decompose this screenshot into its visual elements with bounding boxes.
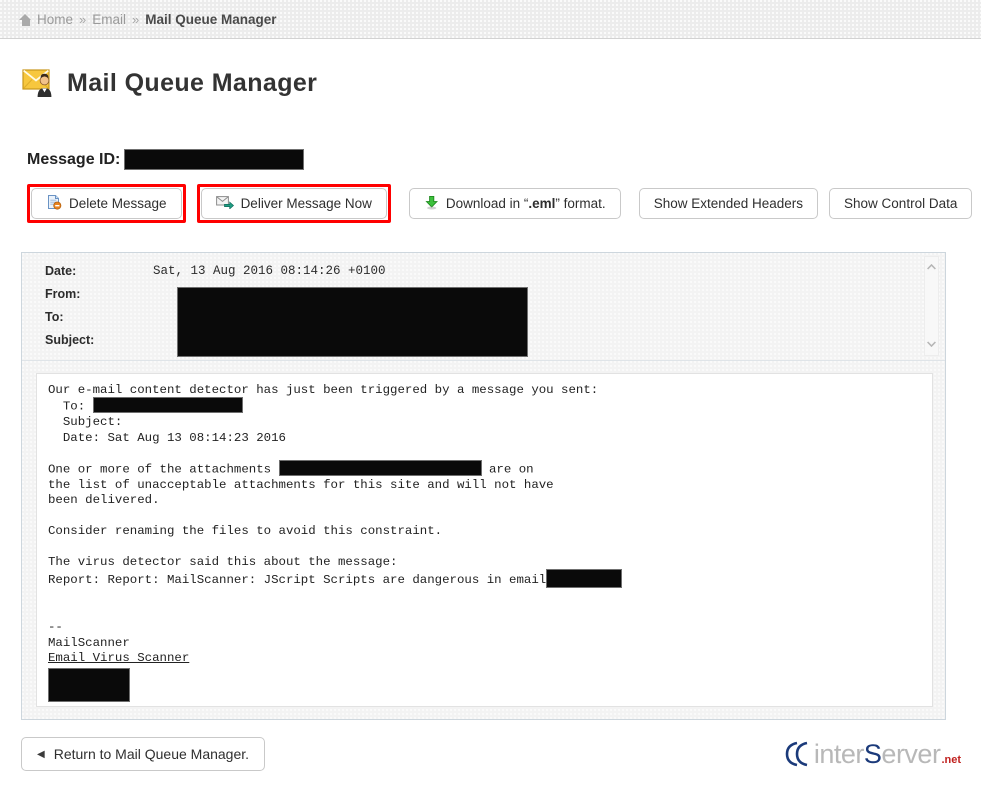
logo-net-text: .net (941, 754, 961, 766)
body-report-line: Report: Report: MailScanner: JScript Scr… (48, 573, 546, 587)
page-footer: ◀ Return to Mail Queue Manager. inter S … (21, 737, 961, 771)
breadcrumb: Home » Email » Mail Queue Manager (0, 0, 981, 39)
breadcrumb-separator: » (79, 12, 86, 27)
body-footer-redacted (48, 668, 130, 702)
message-id-value-redacted (124, 149, 304, 170)
message-id-label: Message ID: (27, 151, 120, 169)
body-consider-line: Consider renaming the files to avoid thi… (48, 524, 442, 538)
body-attachment-redacted (279, 460, 482, 476)
page-delete-icon (46, 194, 62, 213)
logo-erver-text: erver (881, 741, 940, 768)
deliver-message-highlight: Deliver Message Now (197, 184, 391, 223)
download-arrow-icon (424, 195, 439, 213)
delete-message-label: Delete Message (69, 196, 167, 211)
body-attach-post: are on (482, 463, 534, 477)
header-value-date: Sat, 13 Aug 2016 08:14:26 +0100 (153, 264, 386, 278)
back-arrow-icon: ◀ (37, 749, 45, 760)
show-control-data-button[interactable]: Show Control Data (829, 188, 972, 219)
body-line-subject: Subject: (48, 415, 122, 429)
breadcrumb-item-email[interactable]: Email (92, 12, 126, 27)
interserver-logo: inter S erver .net (784, 741, 961, 768)
body-email-redacted (546, 569, 622, 588)
email-virus-scanner-link[interactable]: Email Virus Scanner (48, 651, 189, 665)
breadcrumb-item-home[interactable]: Home (37, 12, 73, 27)
message-body-text: Our e-mail content detector has just bee… (37, 374, 932, 703)
message-headers: Date: Sat, 13 Aug 2016 08:14:26 +0100 Fr… (22, 253, 945, 361)
body-line-to-label: To: (48, 400, 93, 414)
message-id-row: Message ID: (27, 149, 981, 170)
body-signature-name: MailScanner (48, 636, 130, 650)
return-to-mail-queue-manager-button[interactable]: ◀ Return to Mail Queue Manager. (21, 737, 265, 771)
header-label-from: From: (45, 287, 153, 301)
body-line-date: Date: Sat Aug 13 08:14:23 2016 (48, 431, 286, 445)
body-virus-intro: The virus detector said this about the m… (48, 555, 397, 569)
message-panel: Date: Sat, 13 Aug 2016 08:14:26 +0100 Fr… (21, 252, 946, 720)
message-body-panel: Our e-mail content detector has just bee… (36, 373, 933, 707)
header-label-subject: Subject: (45, 333, 153, 347)
show-control-data-label: Show Control Data (844, 196, 957, 211)
body-to-redacted (93, 397, 243, 413)
breadcrumb-separator: » (132, 12, 139, 27)
body-attach-pre: One or more of the attachments (48, 463, 279, 477)
delete-message-highlight: Delete Message (27, 184, 186, 223)
header-values-redacted (177, 287, 528, 357)
breadcrumb-item-current: Mail Queue Manager (145, 12, 276, 27)
logo-inter-text: inter (814, 741, 864, 768)
page-header: Mail Queue Manager (22, 66, 981, 100)
logo-s-text: S (864, 741, 882, 768)
body-attach-line2: the list of unacceptable attachments for… (48, 478, 554, 492)
envelope-send-icon (216, 195, 234, 212)
headers-scrollbar[interactable] (924, 256, 939, 356)
logo-swoosh (784, 741, 814, 768)
mail-user-icon (22, 66, 58, 100)
deliver-message-now-label: Deliver Message Now (241, 196, 372, 211)
download-eml-label: Download in “.eml” format. (446, 196, 606, 211)
page-title: Mail Queue Manager (67, 69, 317, 98)
download-eml-button[interactable]: Download in “.eml” format. (409, 188, 621, 219)
body-line-intro: Our e-mail content detector has just bee… (48, 383, 598, 397)
body-signature-dashes: -- (48, 620, 63, 634)
show-extended-headers-button[interactable]: Show Extended Headers (639, 188, 818, 219)
delete-message-button[interactable]: Delete Message (31, 188, 182, 219)
return-button-label: Return to Mail Queue Manager. (54, 746, 249, 762)
scroll-up-icon[interactable] (925, 262, 938, 273)
body-attach-line3: been delivered. (48, 493, 160, 507)
deliver-message-now-button[interactable]: Deliver Message Now (201, 188, 387, 219)
show-extended-headers-label: Show Extended Headers (654, 196, 803, 211)
header-label-date: Date: (45, 264, 153, 278)
scroll-down-icon[interactable] (925, 339, 938, 350)
home-icon (19, 14, 32, 26)
header-row-date: Date: Sat, 13 Aug 2016 08:14:26 +0100 (45, 264, 945, 287)
action-button-bar: Delete Message Deliver Message Now Down (27, 184, 981, 223)
header-label-to: To: (45, 310, 153, 324)
